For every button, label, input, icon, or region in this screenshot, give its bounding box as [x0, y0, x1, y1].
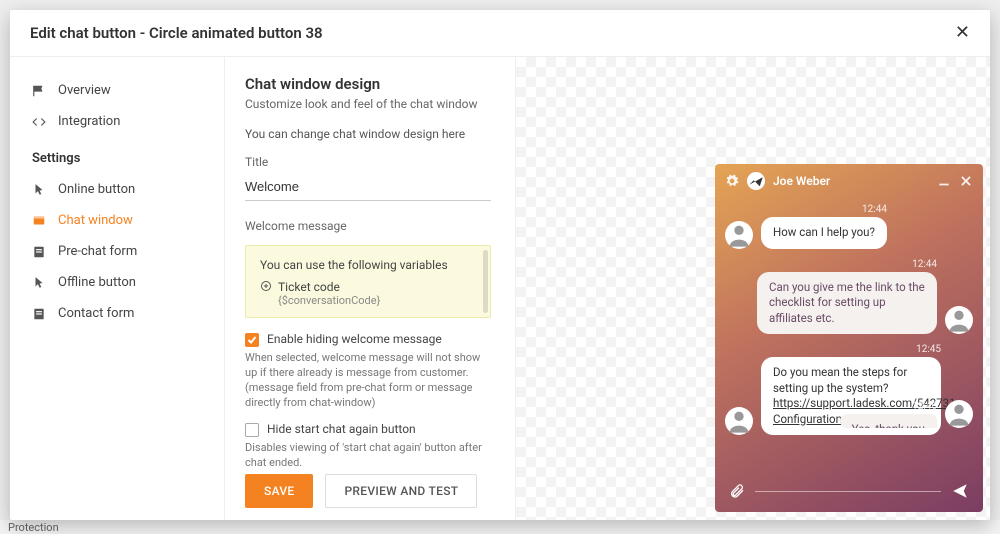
sidebar-item-label: Contact form — [58, 306, 134, 321]
code-icon — [32, 115, 46, 129]
agent-avatar-icon — [747, 172, 765, 190]
message-bubble: Can you give me the link to the checklis… — [757, 272, 937, 335]
sidebar-item-label: Chat window — [58, 213, 133, 228]
message-row-customer-peek: 12:46 Yes, thank you — [725, 400, 973, 428]
form-pane: Chat window design Customize look and fe… — [225, 57, 515, 520]
background-app-footer: Protection — [0, 520, 1000, 534]
message-timestamp: 12:45 — [761, 344, 941, 355]
minimize-icon[interactable] — [937, 174, 951, 188]
variables-scrollbar[interactable] — [483, 250, 488, 313]
sidebar-item-chat-window[interactable]: Chat window — [10, 205, 224, 236]
sidebar-item-integration[interactable]: Integration — [10, 106, 224, 137]
checkbox-row-hide-start[interactable]: Hide start chat again button — [245, 422, 491, 437]
message-row-agent: 12:44 How can I help you? — [725, 204, 973, 249]
helper-text: You can change chat window design here — [245, 127, 491, 141]
sidebar-item-label: Online button — [58, 182, 135, 197]
message-timestamp: 12:44 — [761, 204, 887, 215]
sidebar-item-offline-button[interactable]: Offline button — [10, 267, 224, 298]
chat-input-bar — [715, 472, 983, 512]
form-scroll[interactable]: Chat window design Customize look and fe… — [245, 75, 495, 466]
form-icon — [32, 307, 46, 321]
checkbox-help-hide-welcome: When selected, welcome message will not … — [245, 351, 491, 410]
message-row-customer: 12:44 Can you give me the link to the ch… — [725, 259, 973, 335]
send-icon[interactable] — [951, 482, 969, 500]
sidebar-item-overview[interactable]: Overview — [10, 75, 224, 106]
message-bubble: Yes, thank you — [840, 414, 937, 428]
sidebar: Overview Integration Settings Online but… — [10, 57, 225, 520]
sidebar-item-pre-chat-form[interactable]: Pre-chat form — [10, 236, 224, 267]
message-timestamp: 12:44 — [912, 259, 937, 270]
checkbox-icon — [245, 423, 259, 437]
variable-item[interactable]: Ticket code — [260, 280, 476, 294]
sidebar-section-label: Settings — [10, 137, 224, 174]
sidebar-item-label: Overview — [58, 83, 111, 98]
chat-header: Joe Weber — [715, 164, 983, 198]
flag-icon — [32, 84, 46, 98]
main-area: Chat window design Customize look and fe… — [225, 57, 990, 520]
sidebar-item-label: Offline button — [58, 275, 136, 290]
checkbox-icon — [245, 333, 259, 347]
welcome-message-label: Welcome message — [245, 219, 491, 233]
sidebar-item-online-button[interactable]: Online button — [10, 174, 224, 205]
save-button[interactable]: SAVE — [245, 474, 313, 508]
person-icon — [725, 221, 753, 249]
bg-footer-label: Protection — [8, 521, 59, 534]
message-bubble: How can I help you? — [761, 217, 887, 249]
chat-window-preview: Joe Weber 12:44 How can I help you? — [715, 164, 983, 512]
sidebar-item-contact-form[interactable]: Contact form — [10, 298, 224, 329]
variable-code: {$conversationCode} — [278, 294, 476, 307]
checkbox-label: Hide start chat again button — [267, 422, 416, 436]
message-timestamp: 12:46 — [912, 401, 937, 412]
title-field-label: Title — [245, 155, 491, 169]
message-text: Do you mean the steps for setting up the… — [773, 365, 907, 395]
checkbox-label: Enable hiding welcome message — [267, 332, 442, 346]
agent-name: Joe Weber — [773, 174, 830, 188]
attachment-icon[interactable] — [729, 483, 745, 499]
person-icon — [945, 306, 973, 334]
edit-chat-button-modal: Edit chat button - Circle animated butto… — [10, 10, 990, 520]
gear-icon[interactable] — [725, 174, 739, 188]
close-chat-icon[interactable] — [959, 174, 973, 188]
title-input[interactable] — [245, 173, 491, 201]
form-button-row: SAVE PREVIEW AND TEST — [245, 466, 495, 520]
person-icon — [945, 400, 973, 428]
close-icon[interactable]: ✕ — [955, 24, 970, 42]
variable-label: Ticket code — [278, 280, 340, 294]
checkbox-help-hide-start: Disables viewing of 'start chat again' b… — [245, 441, 491, 466]
preview-test-button[interactable]: PREVIEW AND TEST — [325, 474, 477, 508]
preview-pane: Joe Weber 12:44 How can I help you? — [515, 57, 990, 520]
section-title: Chat window design — [245, 75, 491, 93]
modal-body: Overview Integration Settings Online but… — [10, 57, 990, 520]
checkbox-row-hide-welcome[interactable]: Enable hiding welcome message — [245, 332, 491, 347]
sidebar-item-label: Pre-chat form — [58, 244, 137, 259]
section-subtitle: Customize look and feel of the chat wind… — [245, 97, 491, 111]
circle-plus-icon — [260, 280, 272, 292]
chat-text-input[interactable] — [755, 491, 941, 492]
chat-body: 12:44 How can I help you? 12:44 Can you … — [715, 198, 983, 472]
sidebar-item-label: Integration — [58, 114, 120, 129]
variables-box: You can use the following variables Tick… — [245, 245, 491, 318]
pointer-icon — [32, 183, 46, 197]
window-icon — [32, 214, 46, 228]
form-icon — [32, 245, 46, 259]
modal-header: Edit chat button - Circle animated butto… — [10, 10, 990, 57]
modal-title: Edit chat button - Circle animated butto… — [30, 24, 323, 42]
pointer-icon — [32, 276, 46, 290]
variables-title: You can use the following variables — [260, 258, 476, 272]
